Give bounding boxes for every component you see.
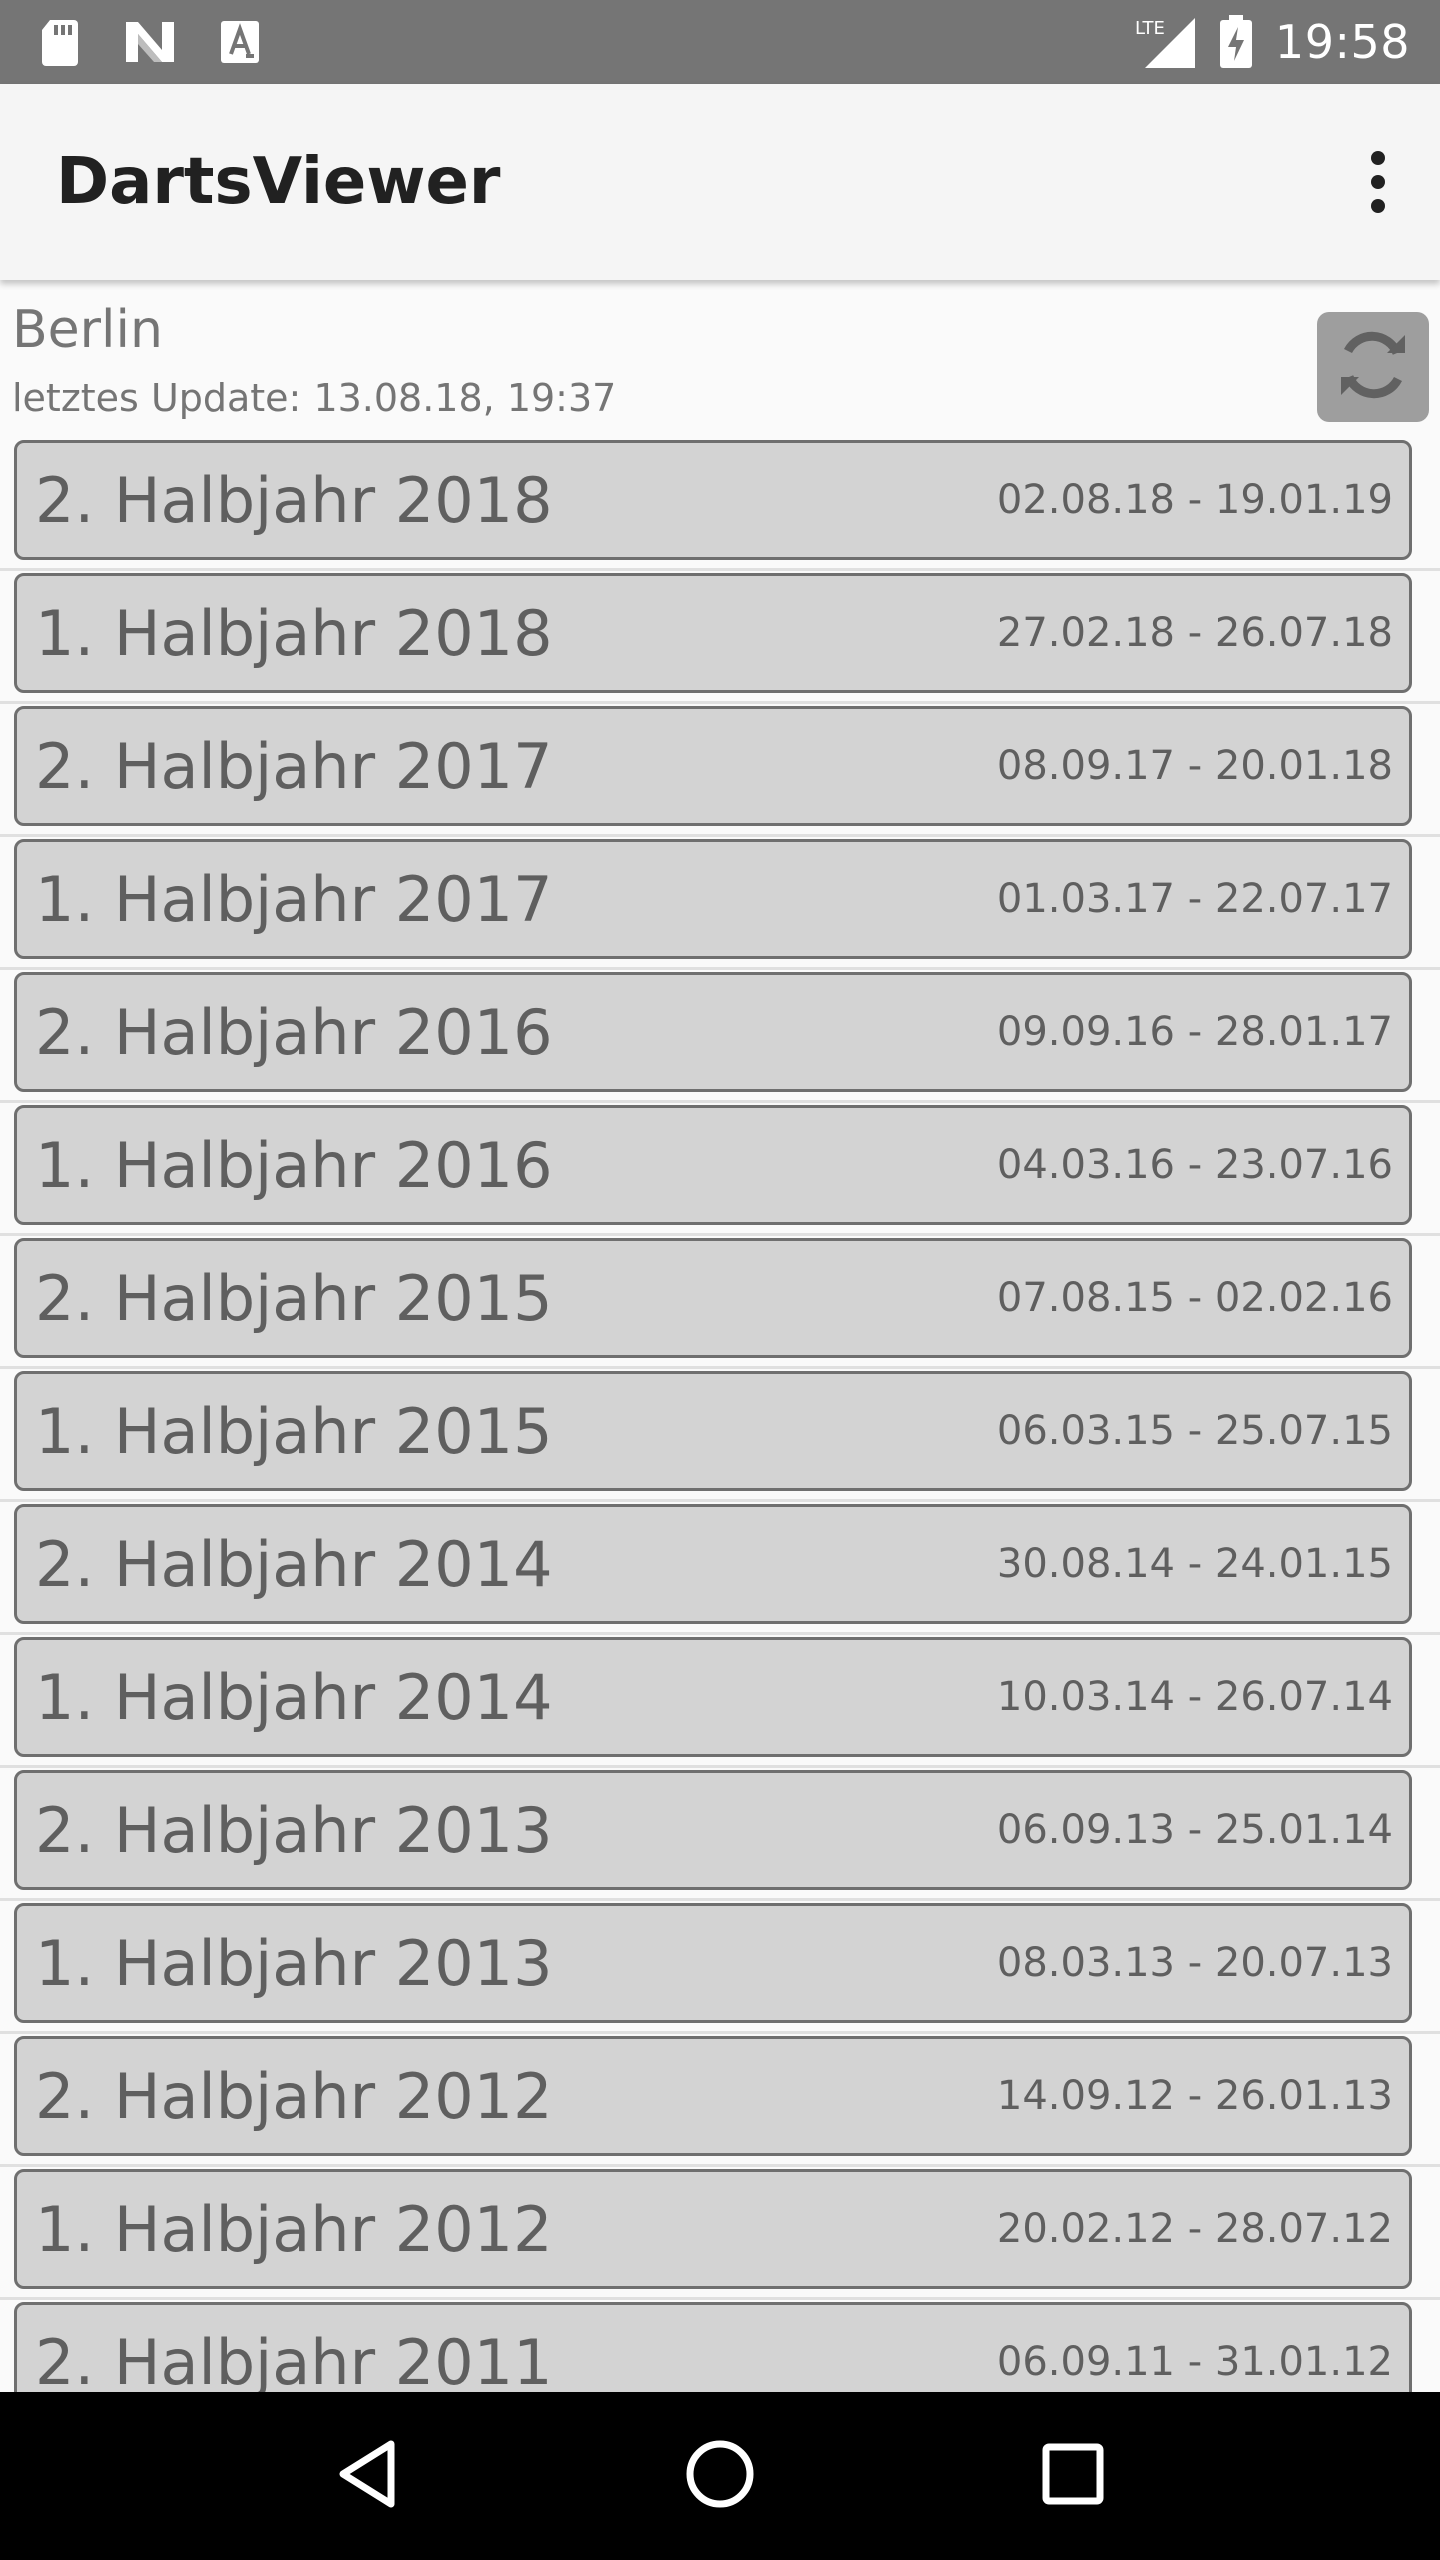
season-date-range: 08.03.13 - 20.07.13	[996, 1940, 1393, 1986]
season-date-range: 14.09.12 - 26.01.13	[996, 2073, 1393, 2119]
svg-text:LTE: LTE	[1135, 18, 1165, 39]
season-title: 2. Halbjahr 2011	[35, 2325, 553, 2393]
season-button[interactable]: 2. Halbjahr 2013 06.09.13 - 25.01.14	[14, 1770, 1412, 1890]
sd-card-icon	[40, 18, 80, 66]
list-item[interactable]: 2. Halbjahr 2013 06.09.13 - 25.01.14	[0, 1768, 1440, 1901]
season-button[interactable]: 1. Halbjahr 2014 10.03.14 - 26.07.14	[14, 1637, 1412, 1757]
season-button[interactable]: 1. Halbjahr 2016 04.03.16 - 23.07.16	[14, 1105, 1412, 1225]
season-date-range: 27.02.18 - 26.07.18	[996, 610, 1393, 656]
season-title: 1. Halbjahr 2012	[35, 2192, 553, 2266]
season-date-range: 06.09.13 - 25.01.14	[996, 1807, 1393, 1853]
season-date-range: 20.02.12 - 28.07.12	[996, 2206, 1393, 2252]
list-item[interactable]: 2. Halbjahr 2011 06.09.11 - 31.01.12	[0, 2300, 1440, 2392]
season-button[interactable]: 2. Halbjahr 2015 07.08.15 - 02.02.16	[14, 1238, 1412, 1358]
season-button[interactable]: 2. Halbjahr 2016 09.09.16 - 28.01.17	[14, 972, 1412, 1092]
overflow-dot	[1371, 151, 1385, 165]
home-icon	[684, 2438, 756, 2514]
navigation-bar	[0, 2392, 1440, 2560]
season-button[interactable]: 1. Halbjahr 2012 20.02.12 - 28.07.12	[14, 2169, 1412, 2289]
season-date-range: 04.03.16 - 23.07.16	[996, 1142, 1393, 1188]
location-header: Berlin letztes Update: 13.08.18, 19:37	[0, 280, 1440, 438]
status-bar: LTE 19:58	[0, 0, 1440, 84]
app-title: DartsViewer	[56, 145, 501, 219]
season-title: 1. Halbjahr 2017	[35, 862, 553, 936]
season-date-range: 09.09.16 - 28.01.17	[996, 1009, 1393, 1055]
list-item[interactable]: 2. Halbjahr 2014 30.08.14 - 24.01.15	[0, 1502, 1440, 1635]
a-notification-icon	[220, 20, 260, 64]
recents-icon	[1041, 2442, 1105, 2510]
season-button[interactable]: 2. Halbjahr 2017 08.09.17 - 20.01.18	[14, 706, 1412, 826]
season-date-range: 30.08.14 - 24.01.15	[996, 1541, 1393, 1587]
list-item[interactable]: 2. Halbjahr 2012 14.09.12 - 26.01.13	[0, 2034, 1440, 2167]
list-item[interactable]: 1. Halbjahr 2012 20.02.12 - 28.07.12	[0, 2167, 1440, 2300]
refresh-icon	[1331, 323, 1415, 411]
season-button[interactable]: 1. Halbjahr 2013 08.03.13 - 20.07.13	[14, 1903, 1412, 2023]
battery-charging-icon	[1219, 15, 1253, 69]
list-item[interactable]: 1. Halbjahr 2018 27.02.18 - 26.07.18	[0, 571, 1440, 704]
season-title: 1. Halbjahr 2016	[35, 1128, 553, 1202]
season-title: 1. Halbjahr 2013	[35, 1926, 553, 2000]
status-notification-icons	[0, 18, 260, 66]
app-bar: DartsViewer	[0, 84, 1440, 280]
season-date-range: 08.09.17 - 20.01.18	[996, 743, 1393, 789]
refresh-button[interactable]	[1317, 312, 1429, 422]
season-title: 2. Halbjahr 2016	[35, 995, 553, 1069]
list-item[interactable]: 2. Halbjahr 2018 02.08.18 - 19.01.19	[0, 438, 1440, 571]
season-button[interactable]: 2. Halbjahr 2012 14.09.12 - 26.01.13	[14, 2036, 1412, 2156]
back-button[interactable]	[307, 2416, 427, 2536]
season-title: 2. Halbjahr 2018	[35, 463, 553, 537]
season-date-range: 07.08.15 - 02.02.16	[996, 1275, 1393, 1321]
season-title: 2. Halbjahr 2013	[35, 1793, 553, 1867]
season-title: 1. Halbjahr 2015	[35, 1394, 553, 1468]
season-title: 1. Halbjahr 2018	[35, 596, 553, 670]
list-item[interactable]: 2. Halbjahr 2015 07.08.15 - 02.02.16	[0, 1236, 1440, 1369]
season-date-range: 02.08.18 - 19.01.19	[996, 477, 1393, 523]
season-button[interactable]: 2. Halbjahr 2014 30.08.14 - 24.01.15	[14, 1504, 1412, 1624]
location-name: Berlin	[12, 300, 163, 360]
season-title: 1. Halbjahr 2014	[35, 1660, 553, 1734]
season-date-range: 10.03.14 - 26.07.14	[996, 1674, 1393, 1720]
season-button[interactable]: 2. Halbjahr 2011 06.09.11 - 31.01.12	[14, 2302, 1412, 2392]
home-button[interactable]	[660, 2416, 780, 2536]
season-date-range: 06.03.15 - 25.07.15	[996, 1408, 1393, 1454]
status-system-icons: LTE 19:58	[1133, 14, 1440, 70]
season-date-range: 01.03.17 - 22.07.17	[996, 876, 1393, 922]
season-button[interactable]: 2. Halbjahr 2018 02.08.18 - 19.01.19	[14, 440, 1412, 560]
season-title: 2. Halbjahr 2015	[35, 1261, 553, 1335]
lte-signal-icon: LTE	[1133, 14, 1197, 70]
overflow-dot	[1371, 175, 1385, 189]
list-item[interactable]: 1. Halbjahr 2015 06.03.15 - 25.07.15	[0, 1369, 1440, 1502]
list-item[interactable]: 2. Halbjahr 2016 09.09.16 - 28.01.17	[0, 970, 1440, 1103]
season-list[interactable]: 2. Halbjahr 2018 02.08.18 - 19.01.19 1. Ha…	[0, 438, 1440, 2392]
list-item[interactable]: 1. Halbjahr 2016 04.03.16 - 23.07.16	[0, 1103, 1440, 1236]
season-title: 2. Halbjahr 2014	[35, 1527, 553, 1601]
season-title: 2. Halbjahr 2012	[35, 2059, 553, 2133]
season-button[interactable]: 1. Halbjahr 2015 06.03.15 - 25.07.15	[14, 1371, 1412, 1491]
season-button[interactable]: 1. Halbjahr 2017 01.03.17 - 22.07.17	[14, 839, 1412, 959]
n-logo-icon	[124, 20, 176, 64]
season-title: 2. Halbjahr 2017	[35, 729, 553, 803]
list-item[interactable]: 1. Halbjahr 2017 01.03.17 - 22.07.17	[0, 837, 1440, 970]
last-update-label: letztes Update: 13.08.18, 19:37	[12, 376, 617, 420]
season-date-range: 06.09.11 - 31.01.12	[996, 2339, 1393, 2385]
season-button[interactable]: 1. Halbjahr 2018 27.02.18 - 26.07.18	[14, 573, 1412, 693]
back-icon	[335, 2438, 399, 2514]
list-item[interactable]: 1. Halbjahr 2013 08.03.13 - 20.07.13	[0, 1901, 1440, 2034]
overflow-dot	[1371, 199, 1385, 213]
more-vert-icon[interactable]	[1360, 142, 1396, 222]
recents-button[interactable]	[1013, 2416, 1133, 2536]
status-time: 19:58	[1274, 15, 1410, 69]
list-item[interactable]: 1. Halbjahr 2014 10.03.14 - 26.07.14	[0, 1635, 1440, 1768]
list-item[interactable]: 2. Halbjahr 2017 08.09.17 - 20.01.18	[0, 704, 1440, 837]
